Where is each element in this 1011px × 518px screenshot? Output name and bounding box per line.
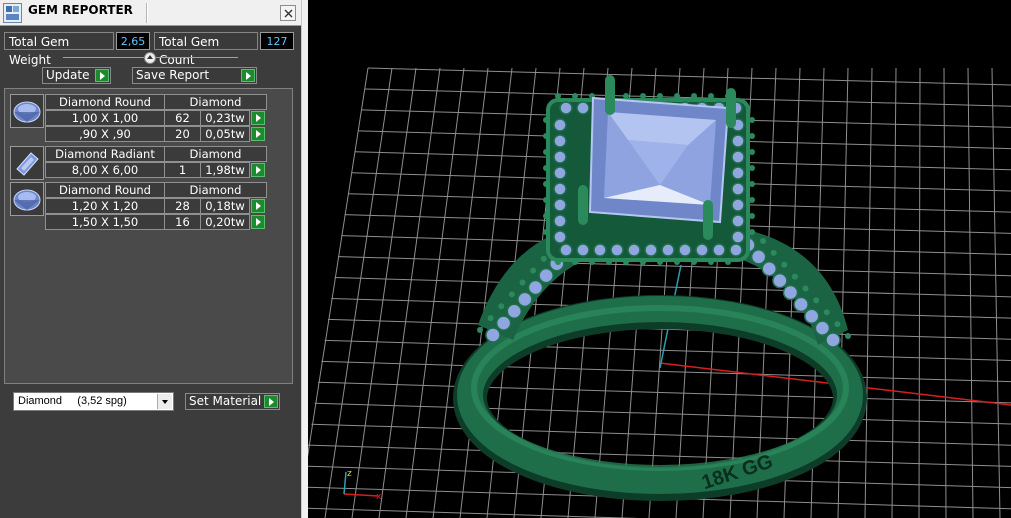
gem-size: 1,00 X 1,00 (45, 110, 165, 126)
update-button[interactable]: Update (42, 67, 111, 84)
gem-name: Diamond Round (45, 182, 165, 198)
total-gem-weight-value: 2,65 (116, 32, 150, 50)
gem-size: 1,20 X 1,20 (45, 198, 165, 214)
set-material-button[interactable]: Set Material (185, 393, 280, 410)
material-dropdown[interactable]: Diamond (3,52 spg) (13, 392, 174, 411)
select-gems-play-icon[interactable] (251, 199, 265, 213)
play-arrow-icon (241, 69, 255, 82)
gem-material: Diamond (164, 146, 267, 162)
gem-weight: 0,18tw (200, 198, 250, 214)
gem-size: 1,50 X 1,50 (45, 214, 165, 230)
gem-list: Diamond Round Diamond 1,00 X 1,00 62 0,2… (4, 88, 293, 384)
save-report-button-label: Save Report (136, 68, 210, 82)
gem-count: 20 (164, 126, 201, 142)
collapse-chevron-icon[interactable] (144, 52, 156, 64)
gizmo-z-label: z (347, 469, 352, 479)
gem-name: Diamond Radiant (45, 146, 165, 162)
total-gem-count-label: Total Gem Count (154, 32, 258, 67)
window-title: GEM REPORTER (28, 3, 133, 17)
gem-weight: 1,98tw (200, 162, 250, 178)
gem-count: 1 (164, 162, 201, 178)
gem-weight: 0,23tw (200, 110, 250, 126)
gem-weight: 0,05tw (200, 126, 250, 142)
play-arrow-icon (264, 395, 278, 408)
select-gems-play-icon[interactable] (251, 111, 265, 125)
gem-count: 28 (164, 198, 201, 214)
update-button-label: Update (46, 68, 90, 82)
gem-material: Diamond (164, 94, 267, 110)
select-gems-play-icon[interactable] (251, 127, 265, 141)
close-icon[interactable] (280, 5, 296, 21)
gem-size: ,90 X ,90 (45, 126, 165, 142)
gem-count: 16 (164, 214, 201, 230)
select-gems-play-icon[interactable] (251, 215, 265, 229)
save-report-button[interactable]: Save Report (132, 67, 257, 84)
round-gem-icon[interactable] (10, 182, 44, 216)
set-material-button-label: Set Material (189, 394, 262, 408)
material-dropdown-value: Diamond (3,52 spg) (18, 395, 127, 407)
gem-material: Diamond (164, 182, 267, 198)
3d-viewport[interactable]: 18K GG z x (308, 0, 1011, 518)
radiant-gem-icon[interactable] (10, 146, 44, 180)
gizmo-x-label: x (376, 492, 382, 502)
panel-splitter[interactable] (301, 0, 308, 518)
play-arrow-icon (95, 69, 109, 82)
chevron-down-icon[interactable] (157, 394, 172, 409)
title-divider (146, 3, 148, 23)
ring-model: 18K GG (453, 75, 867, 501)
gem-size: 8,00 X 6,00 (45, 162, 165, 178)
gem-weight: 0,20tw (200, 214, 250, 230)
total-gem-weight-label: Total Gem Weight (4, 32, 114, 67)
gem-count: 62 (164, 110, 201, 126)
gem-reporter-panel: GEM REPORTER Total Gem Weight 2,65 Total… (0, 0, 301, 518)
round-gem-icon[interactable] (10, 94, 44, 128)
select-gems-play-icon[interactable] (251, 163, 265, 177)
gem-reporter-app-icon (3, 3, 22, 23)
title-bar: GEM REPORTER (0, 0, 301, 26)
gem-name: Diamond Round (45, 94, 165, 110)
total-gem-count-value: 127 (260, 32, 294, 50)
axis-gizmo-icon: z x (343, 469, 382, 502)
